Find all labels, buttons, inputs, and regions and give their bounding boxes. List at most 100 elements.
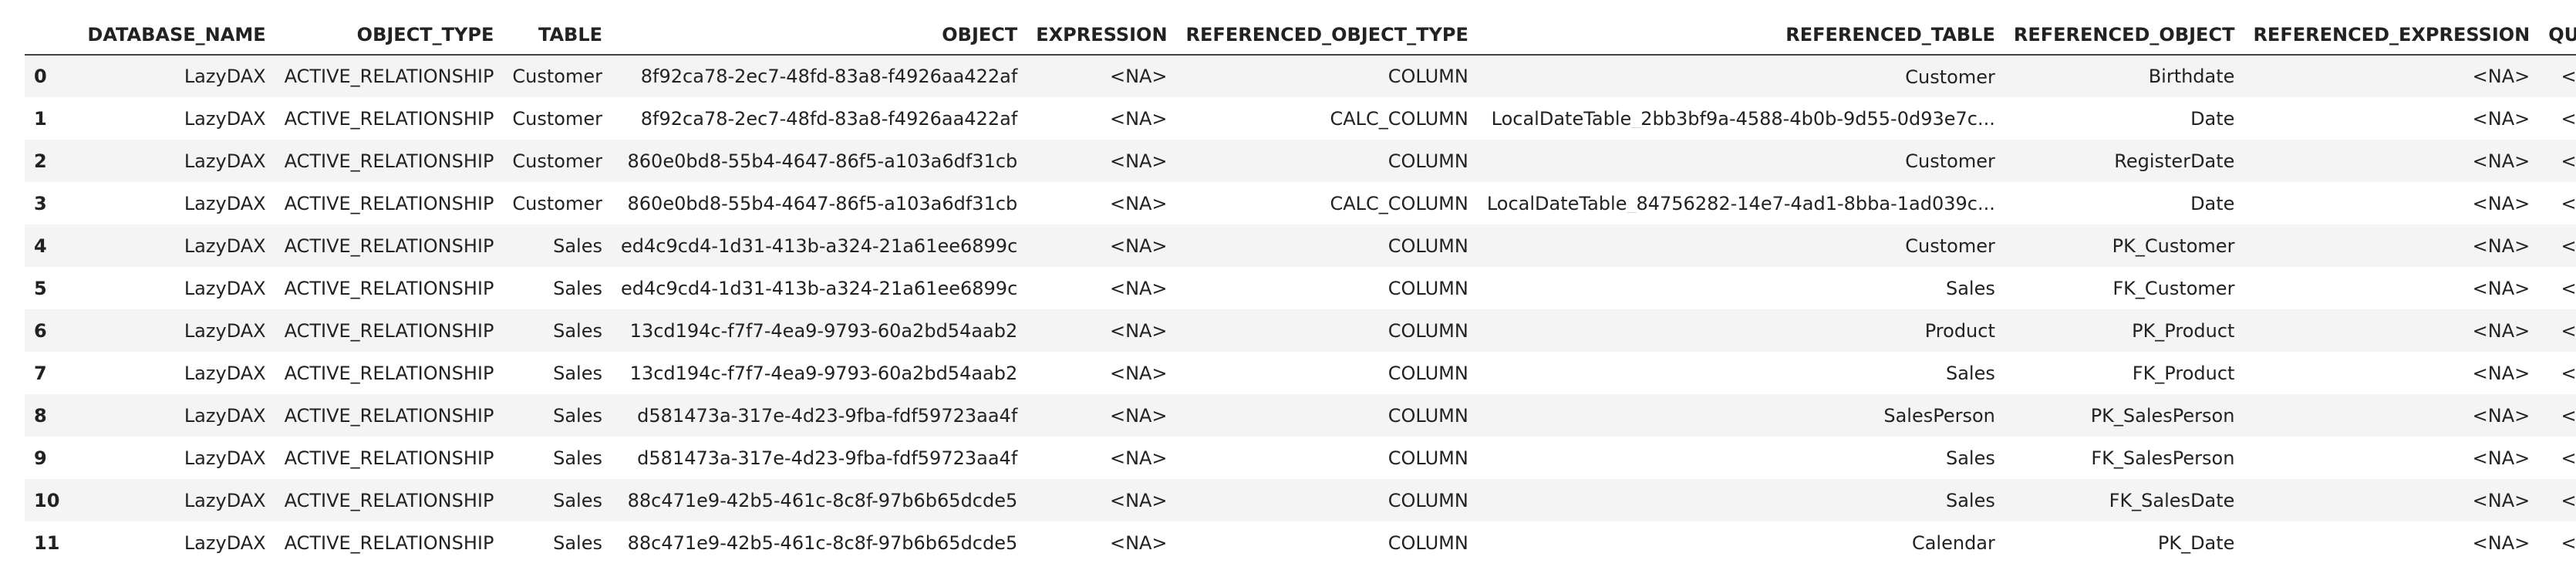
table-cell: <NA>	[1109, 404, 1168, 427]
table-cell: Calendar	[1478, 521, 2004, 564]
table-row: 8 LazyDAX ACTIVE_RELATIONSHIP Sales d581473a…	[25, 394, 2576, 437]
table-cell: LazyDAX	[184, 319, 266, 342]
table-cell: LazyDAX	[184, 362, 266, 384]
table-cell: COLUMN	[1387, 489, 1468, 511]
table-cell: LazyDAX	[184, 531, 266, 554]
table-cell: <NA>	[2472, 150, 2530, 172]
table-cell: FK_SalesPerson	[2091, 447, 2235, 469]
table-cell: CALC_COLUMN	[1330, 107, 1468, 130]
table-cell: FK_Customer	[2112, 277, 2235, 299]
table-cell: COLUMN	[1387, 531, 1468, 554]
table-cell: Sales	[553, 531, 602, 554]
cell-text: Customer	[1905, 152, 1995, 170]
table-cell: 860e0bd8-55b4-4647-86f5-a103a6df31cb	[627, 150, 1018, 172]
table-cell: <NA>	[2472, 319, 2530, 342]
table-cell: 88c471e9-42b5-461c-8c8f-97b6b65dcde5	[627, 489, 1018, 511]
table-cell: LazyDAX	[184, 489, 266, 511]
table-cell: <NA>	[1109, 192, 1168, 214]
table-cell: RegisterDate	[2114, 150, 2235, 172]
table-cell: 13cd194c-f7f7-4ea9-9793-60a2bd54aab2	[629, 319, 1018, 342]
table-cell: COLUMN	[1387, 66, 1468, 87]
table-cell: PK_Date	[2157, 531, 2235, 554]
table-cell: ACTIVE_RELATIONSHIP	[284, 277, 494, 299]
table-cell: Customer	[1478, 224, 2004, 267]
table-cell: Customer	[1478, 55, 2004, 97]
table-cell: ed4c9cd4-1d31-413b-a324-21a61ee6899c	[621, 235, 1018, 257]
column-header: DATABASE_NAME	[78, 15, 275, 56]
table-row: 1 LazyDAX ACTIVE_RELATIONSHIP Customer 8f92c…	[25, 97, 2576, 140]
table-cell: Sales	[1478, 352, 2004, 394]
table-cell: Date	[2190, 107, 2235, 130]
row-index: 7	[34, 362, 47, 384]
dataframe-table: DATABASE_NAME OBJECT_TYPE TABLE OBJECT E…	[25, 15, 2576, 564]
table-cell: ACTIVE_RELATIONSHIP	[284, 489, 494, 511]
table-cell: <NA>	[1109, 319, 1168, 342]
column-header: QUERY	[2539, 15, 2576, 56]
table-cell: <NA>	[1109, 447, 1168, 469]
table-cell: LazyDAX	[184, 447, 266, 469]
table-cell: <NA>	[2472, 192, 2530, 214]
table-cell: Product	[1478, 309, 2004, 352]
table-cell: PK_Product	[2132, 319, 2235, 342]
table-cell: ACTIVE_RELATIONSHIP	[284, 235, 494, 257]
table-cell: <NA>	[2472, 277, 2530, 299]
row-index: 4	[34, 235, 47, 257]
table-row: 4 LazyDAX ACTIVE_RELATIONSHIP Sales ed4c9cd4…	[25, 224, 2576, 267]
table-cell: CALC_COLUMN	[1330, 192, 1468, 214]
table-cell: Sales	[553, 319, 602, 342]
table-cell: <NA>	[2561, 192, 2576, 214]
table-cell: LazyDAX	[184, 107, 266, 130]
table-cell: COLUMN	[1387, 235, 1468, 257]
table-cell: 8f92ca78-2ec7-48fd-83a8-f4926aa422af	[640, 107, 1018, 130]
table-cell: d581473a-317e-4d23-9fba-fdf59723aa4f	[637, 447, 1018, 469]
row-index: 8	[34, 404, 47, 427]
table-cell: LocalDateTable_2bb3bf9a-4588-4b0b-9d55-0…	[1478, 97, 2004, 140]
table-cell: LazyDAX	[184, 150, 266, 172]
cell-text: LocalDateTable_84756282-14e7-4ad1-8bba-1…	[1486, 194, 1995, 213]
table-cell: ACTIVE_RELATIONSHIP	[284, 447, 494, 469]
row-index: 9	[34, 447, 47, 469]
table-cell: 860e0bd8-55b4-4647-86f5-a103a6df31cb	[627, 192, 1018, 214]
table-cell: COLUMN	[1387, 404, 1468, 427]
table-body: 0 LazyDAX ACTIVE_RELATIONSHIP Customer 8f92c…	[25, 55, 2576, 564]
table-row: 5 LazyDAX ACTIVE_RELATIONSHIP Sales ed4c9cd4…	[25, 267, 2576, 309]
table-cell: ed4c9cd4-1d31-413b-a324-21a61ee6899c	[621, 277, 1018, 299]
table-cell: <NA>	[1109, 531, 1168, 554]
table-cell: Sales	[553, 277, 602, 299]
table-cell: <NA>	[2472, 447, 2530, 469]
table-cell: Sales	[1478, 437, 2004, 479]
column-header: REFERENCED_OBJECT	[2004, 15, 2244, 56]
table-cell: LazyDAX	[184, 404, 266, 427]
table-cell: 88c471e9-42b5-461c-8c8f-97b6b65dcde5	[627, 531, 1018, 554]
table-cell: <NA>	[2561, 404, 2576, 427]
table-cell: COLUMN	[1387, 150, 1468, 172]
header-row: DATABASE_NAME OBJECT_TYPE TABLE OBJECT E…	[25, 15, 2576, 56]
table-cell: COLUMN	[1387, 319, 1468, 342]
table-cell: Sales	[553, 489, 602, 511]
table-cell: <NA>	[2472, 404, 2530, 427]
table-cell: ACTIVE_RELATIONSHIP	[284, 107, 494, 130]
table-cell: <NA>	[1109, 235, 1168, 257]
table-cell: <NA>	[2472, 531, 2530, 554]
cell-text: Product	[1924, 322, 1995, 340]
table-cell: <NA>	[2561, 277, 2576, 299]
table-cell: ACTIVE_RELATIONSHIP	[284, 150, 494, 172]
column-header: REFERENCED_TABLE	[1477, 15, 2004, 56]
table-cell: ACTIVE_RELATIONSHIP	[284, 404, 494, 427]
row-index: 10	[34, 489, 60, 511]
table-cell: <NA>	[2561, 235, 2576, 257]
cell-text: Customer	[1905, 237, 1995, 255]
table-cell: PK_SalesPerson	[2090, 404, 2235, 427]
table-cell: FK_Product	[2132, 362, 2235, 384]
row-index: 1	[34, 107, 47, 130]
row-index: 6	[34, 319, 47, 342]
table-cell: <NA>	[1109, 107, 1168, 130]
table-cell: Customer	[1478, 140, 2004, 182]
table-cell: COLUMN	[1387, 447, 1468, 469]
column-header: TABLE	[503, 15, 612, 56]
table-cell: <NA>	[1109, 277, 1168, 299]
table-row: 7 LazyDAX ACTIVE_RELATIONSHIP Sales 13cd194c…	[25, 352, 2576, 394]
column-header: EXPRESSION	[1027, 15, 1177, 56]
cell-text: LocalDateTable_2bb3bf9a-4588-4b0b-9d55-0…	[1491, 110, 1995, 128]
table-cell: SalesPerson	[1478, 394, 2004, 437]
